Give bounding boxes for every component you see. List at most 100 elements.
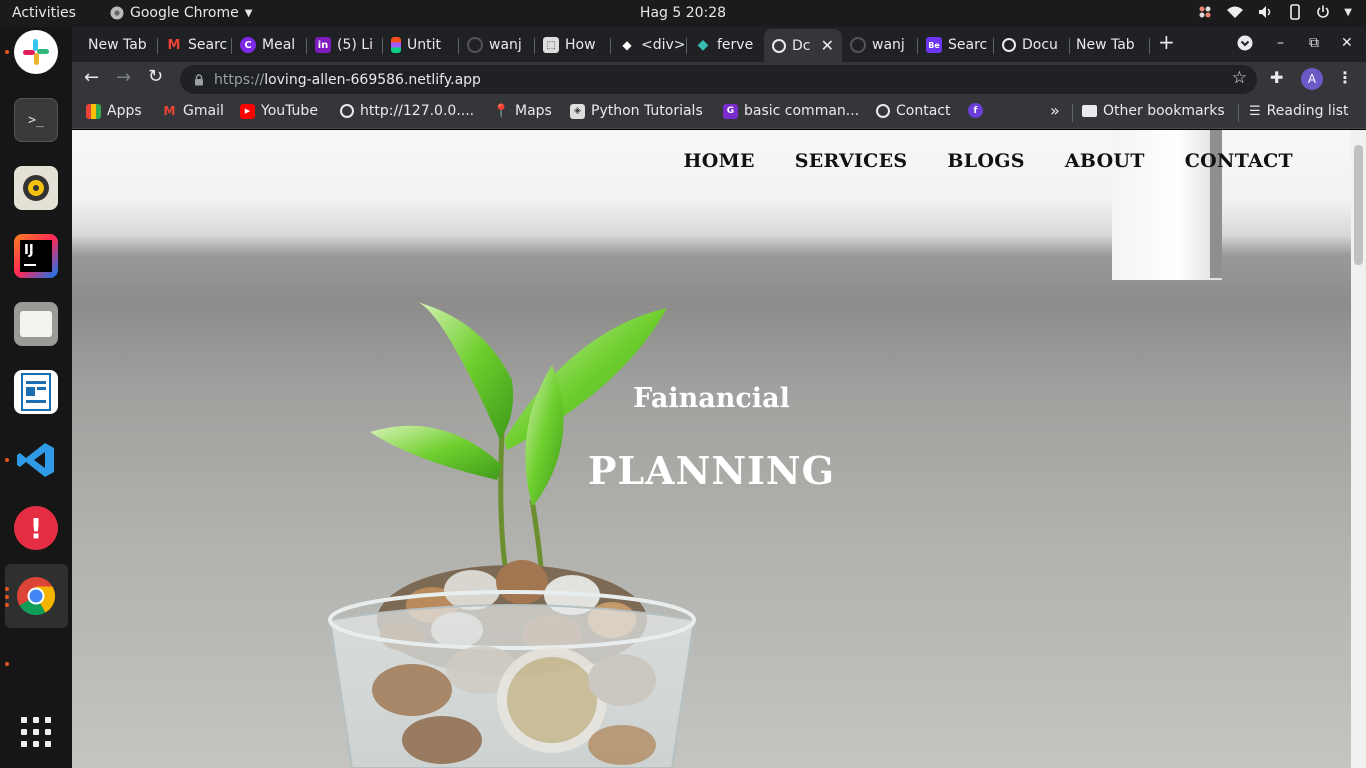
tab[interactable]: C Meal <box>232 31 306 59</box>
chrome-icon[interactable] <box>14 574 58 618</box>
reading-list[interactable]: ☰ Reading list <box>1249 103 1349 119</box>
tab[interactable]: New Tab <box>1068 31 1148 59</box>
scrollbar-thumb[interactable] <box>1354 145 1363 265</box>
bookmark-python[interactable]: ◈ Python Tutorials <box>570 103 703 119</box>
tab-title: <div> <box>641 37 685 53</box>
tab[interactable]: wanj <box>459 31 533 59</box>
bookmark-label: Reading list <box>1266 103 1349 119</box>
tab-active[interactable]: Dc ✕ <box>764 29 842 62</box>
url-scheme: https:// <box>214 71 265 88</box>
bookmark-contact[interactable]: Contact <box>876 103 950 119</box>
maps-icon: 📍 <box>493 103 510 119</box>
running-indicator <box>5 595 9 599</box>
tab-strip: New Tab M Searc C Meal in (5) Li Untit wanj… <box>72 27 1366 62</box>
bookmark-basic-commands[interactable]: Gbasic comman... <box>723 103 859 119</box>
reload-icon[interactable]: ↻ <box>148 66 163 87</box>
bookmark-label: Gmail <box>183 103 224 119</box>
lock-icon[interactable] <box>194 73 204 86</box>
vscode-icon[interactable] <box>14 438 58 482</box>
close-window-icon[interactable]: ✕ <box>1341 35 1353 51</box>
tab[interactable]: ⬚ How <box>535 31 609 59</box>
tab-title: New Tab <box>88 37 147 53</box>
tab[interactable]: in (5) Li <box>307 31 381 59</box>
netlify-icon: ◆ <box>697 37 709 53</box>
codepen-icon: ◆ <box>622 38 632 52</box>
nav-home[interactable]: HOME <box>684 150 755 172</box>
tab[interactable]: Docu <box>994 31 1068 59</box>
url-host: loving-allen-669586.netlify.app <box>264 71 481 88</box>
hero-plant-image <box>328 302 696 768</box>
nav-blogs[interactable]: BLOGS <box>947 150 1024 172</box>
running-indicator <box>5 50 9 54</box>
facebook-icon: f <box>968 103 983 118</box>
divider <box>1238 104 1239 122</box>
youtube-icon: ▶ <box>240 103 255 119</box>
terminal-icon[interactable]: >_ <box>14 98 58 142</box>
clock[interactable]: Hag 5 20:28 <box>0 5 1366 21</box>
bookmark-star-icon[interactable]: ☆ <box>1232 68 1247 88</box>
site-nav: HOME SERVICES BLOGS ABOUT CONTACT <box>684 150 1293 172</box>
hero-title: PLANNING <box>587 448 836 493</box>
globe-icon <box>1002 38 1016 52</box>
tab-title: Meal <box>262 37 296 53</box>
bookmark-label: Contact <box>896 103 951 119</box>
maximize-icon[interactable]: ⧉ <box>1309 35 1319 51</box>
nav-contact[interactable]: CONTACT <box>1185 150 1293 172</box>
menu-kebab-icon[interactable]: ⋮ <box>1337 68 1353 87</box>
bookmark-label: basic comman... <box>744 103 860 119</box>
forward-arrow-icon[interactable]: → <box>116 67 131 88</box>
apps-grid-icon <box>86 103 101 119</box>
tab-search-icon[interactable] <box>1237 35 1253 55</box>
bookmark-facebook[interactable]: f <box>968 103 989 118</box>
system-top-bar: Activities Google Chrome ▼ Hag 5 20:28 ▼ <box>0 0 1366 27</box>
profile-avatar[interactable]: A <box>1301 68 1323 90</box>
tab[interactable]: M Searc <box>158 31 230 59</box>
intellij-icon[interactable]: IJ <box>14 234 58 278</box>
tab[interactable]: ◆ ferve <box>687 31 763 59</box>
bookmark-gmail[interactable]: M Gmail <box>162 103 224 119</box>
system-tray[interactable]: ▼ <box>1198 4 1352 20</box>
nav-services[interactable]: SERVICES <box>795 150 908 172</box>
extensions-puzzle-icon[interactable]: ✚ <box>1270 68 1283 87</box>
tab[interactable]: Untit <box>383 31 457 59</box>
tab[interactable]: ◆ <div> <box>611 31 685 59</box>
new-tab-button[interactable]: + <box>1158 30 1175 54</box>
update-notifier-icon[interactable]: ! <box>14 506 58 550</box>
tab-title: ferve <box>717 37 754 53</box>
tab[interactable]: wanj <box>842 31 916 59</box>
python-icon: ◈ <box>570 103 585 119</box>
browser-toolbar: ← → ↻ https://loving-allen-669586.netlif… <box>72 62 1366 96</box>
slack-tray-icon <box>1199 6 1211 18</box>
bookmark-label: Python Tutorials <box>591 103 703 119</box>
bookmark-label: Maps <box>515 103 552 119</box>
bookmark-youtube[interactable]: ▶ YouTube <box>240 103 318 119</box>
tab-title: Searc <box>188 37 228 53</box>
hero-subtitle: Fainancial <box>633 383 790 414</box>
linkedin-icon: in <box>315 37 331 53</box>
back-arrow-icon[interactable]: ← <box>84 67 99 88</box>
tab[interactable]: Be Searc <box>918 31 992 59</box>
running-indicator <box>5 662 9 666</box>
page-scrollbar[interactable] <box>1351 130 1366 768</box>
other-bookmarks[interactable]: Other bookmarks <box>1082 103 1225 119</box>
tab[interactable]: New Tab <box>80 31 158 59</box>
slack-icon[interactable] <box>14 30 58 74</box>
bookmark-label: Other bookmarks <box>1103 103 1225 119</box>
gmail-icon: M <box>163 104 176 118</box>
web-page: HOME SERVICES BLOGS ABOUT CONTACT Fainan… <box>72 130 1351 768</box>
bookmark-apps[interactable]: Apps <box>86 103 142 119</box>
bookmark-maps[interactable]: 📍 Maps <box>493 103 552 119</box>
files-icon[interactable] <box>14 302 58 346</box>
tab-title: Untit <box>407 37 441 53</box>
minimize-icon[interactable]: – <box>1277 35 1284 51</box>
github-icon <box>850 37 866 53</box>
bookmark-icon: G <box>723 103 738 119</box>
rhythmbox-icon[interactable] <box>14 166 58 210</box>
address-bar[interactable]: https://loving-allen-669586.netlify.app … <box>180 65 1257 94</box>
libreoffice-writer-icon[interactable] <box>14 370 58 414</box>
nav-about[interactable]: ABOUT <box>1065 150 1145 172</box>
close-tab-icon[interactable]: ✕ <box>821 36 834 55</box>
show-applications-icon[interactable] <box>14 710 58 754</box>
bookmark-localhost[interactable]: http://127.0.0.... <box>340 103 474 119</box>
bookmarks-overflow[interactable]: » <box>1050 101 1060 120</box>
